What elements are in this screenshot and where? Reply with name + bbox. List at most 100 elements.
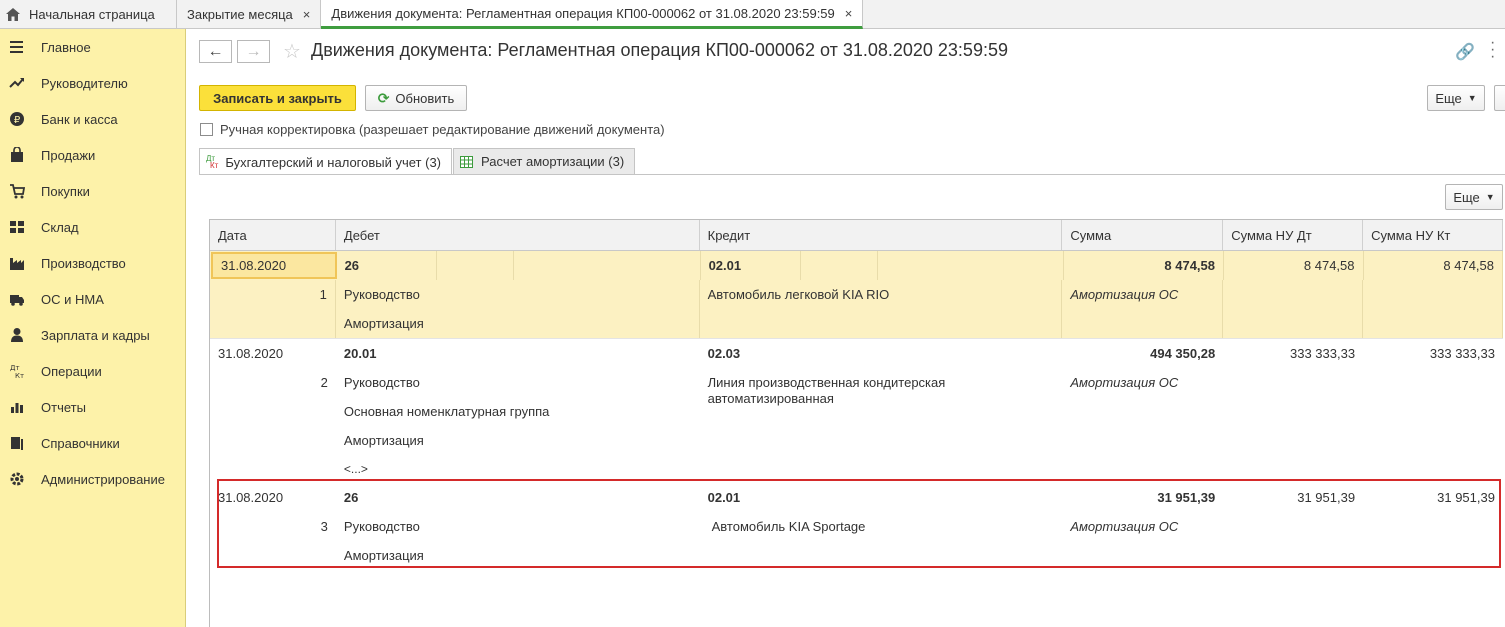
more-vert-icon[interactable]: · · ·: [1490, 35, 1495, 65]
debit-account-cell[interactable]: 26: [336, 483, 700, 512]
grid-more-button[interactable]: Еще ▼: [1445, 184, 1503, 210]
tab-accounting[interactable]: Дт Кт Бухгалтерский и налоговый учет (3): [199, 148, 453, 175]
debit-subconto[interactable]: Амортизация: [336, 309, 700, 338]
truck-icon: [9, 291, 25, 307]
dt-kt-icon: Дт Кт: [206, 154, 219, 170]
forward-button[interactable]: →: [237, 40, 270, 63]
row-number: 1: [210, 280, 336, 309]
sidebar-item-label: Зарплата и кадры: [41, 327, 150, 343]
sidebar-item-main[interactable]: Главное: [0, 29, 185, 65]
sidebar-item-operations[interactable]: Дт Кт Операции: [0, 353, 185, 389]
manual-correction-checkbox[interactable]: Ручная корректировка (разрешает редактир…: [200, 122, 665, 137]
debit-subconto[interactable]: Амортизация: [336, 426, 700, 455]
cart-icon: [9, 183, 25, 199]
nu-kt-cell[interactable]: 31 951,39: [1363, 483, 1503, 512]
row-number: 2: [320, 375, 328, 390]
debit-subconto[interactable]: Руководство: [336, 280, 700, 309]
save-close-button[interactable]: Записать и закрыть: [199, 85, 356, 111]
table-row[interactable]: 31.08.2020 26 02.01 8 474,58 8 474,58 8 …: [210, 251, 1503, 339]
sidebar-item-bank[interactable]: ₽ Банк и касса: [0, 101, 185, 137]
column-header-sum[interactable]: Сумма: [1062, 220, 1224, 250]
debit-subconto[interactable]: Руководство: [336, 368, 700, 397]
tab-month-closing-label: Закрытие месяца: [187, 7, 293, 22]
tab-accounting-label: Бухгалтерский и налоговый учет (3): [225, 154, 442, 170]
refresh-button[interactable]: ⟳ Обновить: [365, 85, 467, 111]
credit-account-cell[interactable]: 02.01: [701, 251, 1064, 280]
nu-dt-cell[interactable]: 333 333,33: [1223, 339, 1363, 368]
credit-subconto[interactable]: Автомобиль легковой KIA RIO: [700, 280, 1063, 309]
help-button[interactable]: [1494, 85, 1505, 111]
more-button[interactable]: Еще ▼: [1427, 85, 1485, 111]
close-icon[interactable]: ×: [845, 6, 853, 21]
credit-subconto[interactable]: Линия производственная кондитерская авто…: [700, 368, 1063, 426]
sum-cell[interactable]: 8 474,58: [1064, 251, 1224, 280]
more-subconto-link[interactable]: <...>: [336, 455, 700, 483]
sidebar-item-label: Справочники: [41, 435, 120, 451]
factory-icon: [9, 255, 25, 271]
chevron-down-icon: ▼: [1467, 93, 1477, 103]
sidebar-item-label: ОС и НМА: [41, 291, 104, 307]
table-row[interactable]: 31.08.2020 26 02.01 31 951,39 31 951,39 …: [210, 483, 1503, 570]
credit-subconto[interactable]: Автомобиль KIA Sportage: [700, 512, 1063, 541]
column-header-debit[interactable]: Дебет: [336, 220, 700, 250]
nu-kt-cell[interactable]: 8 474,58: [1364, 251, 1503, 280]
tab-document-movements[interactable]: Движения документа: Регламентная операци…: [321, 0, 864, 29]
nu-dt-cell[interactable]: 8 474,58: [1224, 251, 1364, 280]
sidebar-item-label: Руководителю: [41, 75, 128, 91]
sidebar-item-salary[interactable]: Зарплата и кадры: [0, 317, 185, 353]
sidebar-item-label: Продажи: [41, 147, 96, 163]
refresh-icon: ⟳: [377, 89, 390, 106]
gear-icon: [9, 471, 25, 487]
back-button[interactable]: ←: [199, 40, 232, 63]
movements-table[interactable]: Дата Дебет Кредит Сумма Сумма НУ Дт Сумм…: [209, 219, 1503, 627]
dt-kt-icon: Дт Кт: [9, 363, 25, 379]
sum-cell[interactable]: 494 350,28: [1062, 339, 1223, 368]
sum-cell[interactable]: 31 951,39: [1062, 483, 1223, 512]
bag-icon: [9, 147, 25, 163]
debit-account-cell[interactable]: 26: [337, 251, 701, 280]
link-icon[interactable]: 🔗: [1455, 42, 1475, 62]
sidebar-item-production[interactable]: Производство: [0, 245, 185, 281]
tab-home[interactable]: Начальная страница: [0, 0, 177, 29]
debit-subconto[interactable]: Амортизация: [336, 541, 700, 570]
debit-subconto[interactable]: Руководство: [336, 512, 700, 541]
sidebar-item-purchases[interactable]: Покупки: [0, 173, 185, 209]
sidebar-item-reports[interactable]: Отчеты: [0, 389, 185, 425]
column-header-nu-dt[interactable]: Сумма НУ Дт: [1223, 220, 1364, 250]
sidebar-item-administration[interactable]: Администрирование: [0, 461, 185, 497]
nu-dt-cell[interactable]: 31 951,39: [1223, 483, 1363, 512]
sidebar-item-sales[interactable]: Продажи: [0, 137, 185, 173]
sum-note: Амортизация ОС: [1062, 280, 1224, 309]
grid-more-label: Еще: [1453, 189, 1480, 205]
date-cell[interactable]: 31.08.2020: [211, 252, 337, 279]
column-header-nu-kt[interactable]: Сумма НУ Кт: [1363, 220, 1503, 250]
column-header-date[interactable]: Дата: [210, 220, 336, 250]
sidebar-item-manager[interactable]: Руководителю: [0, 65, 185, 101]
tab-month-closing[interactable]: Закрытие месяца ×: [177, 0, 322, 29]
sidebar-item-label: Склад: [41, 219, 79, 235]
menu-icon: [9, 39, 25, 55]
sidebar: Главное Руководителю ₽ Банк и касса Прод…: [0, 29, 186, 627]
tab-depreciation[interactable]: Расчет амортизации (3): [453, 148, 636, 174]
trend-icon: [9, 75, 25, 91]
column-header-credit[interactable]: Кредит: [700, 220, 1063, 250]
date-cell[interactable]: 31.08.2020: [210, 483, 336, 512]
books-icon: [9, 435, 25, 451]
date-cell[interactable]: 31.08.2020: [210, 339, 336, 368]
nu-kt-cell[interactable]: 333 333,33: [1363, 339, 1503, 368]
sidebar-item-label: Банк и касса: [41, 111, 118, 127]
checkbox-box[interactable]: [200, 123, 213, 136]
sum-note: Амортизация ОС: [1070, 375, 1179, 390]
sidebar-item-fixed-assets[interactable]: ОС и НМА: [0, 281, 185, 317]
sidebar-item-directories[interactable]: Справочники: [0, 425, 185, 461]
sidebar-item-warehouse[interactable]: Склад: [0, 209, 185, 245]
close-icon[interactable]: ×: [303, 7, 311, 22]
star-icon[interactable]: ☆: [283, 39, 301, 64]
debit-subconto[interactable]: Основная номенклатурная группа: [336, 397, 700, 426]
credit-account-cell[interactable]: 02.01: [700, 483, 1063, 512]
table-icon: [460, 155, 474, 168]
form-tabs: Дт Кт Бухгалтерский и налоговый учет (3) …: [199, 148, 636, 175]
credit-account-cell[interactable]: 02.03: [700, 339, 1063, 368]
table-row[interactable]: 31.08.2020 20.01 02.03 494 350,28 333 33…: [210, 339, 1503, 483]
debit-account-cell[interactable]: 20.01: [336, 339, 700, 368]
